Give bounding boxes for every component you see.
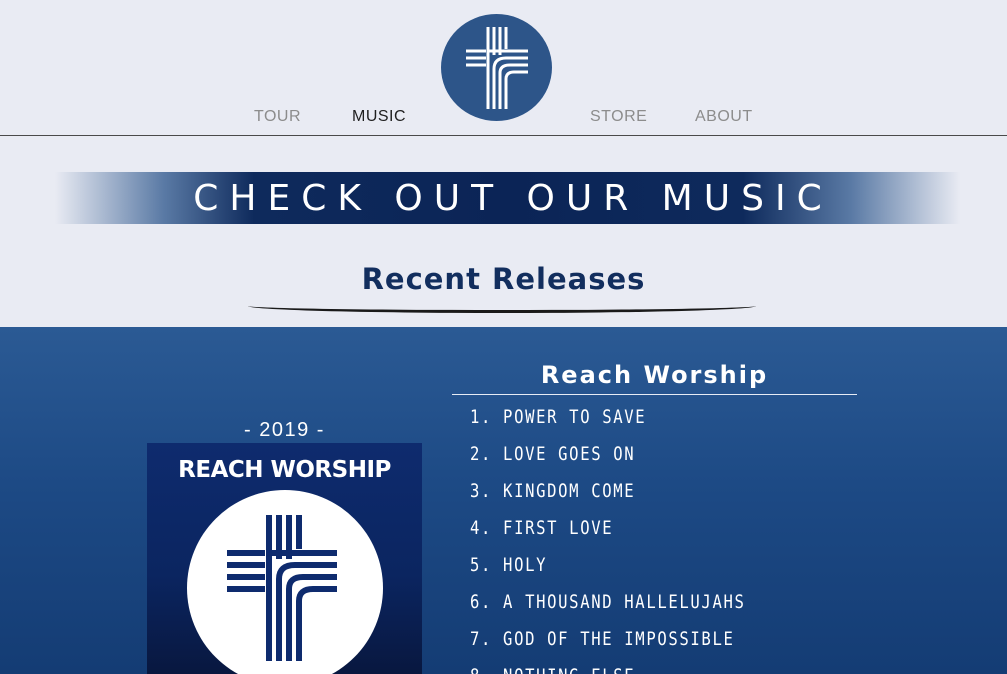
title-underline-divider — [248, 306, 756, 313]
section-title: Recent Releases — [361, 262, 646, 296]
album-title-divider — [452, 394, 857, 395]
cover-logo-circle — [187, 490, 383, 674]
track-item[interactable]: 4. FIRST LOVE — [470, 516, 746, 553]
track-item[interactable]: 3. KINGDOM COME — [470, 479, 746, 516]
banner-heading: CHECK OUT OUR MUSIC — [193, 177, 833, 219]
track-item[interactable]: 5. HOLY — [470, 553, 746, 590]
album-cover[interactable]: REACH WORSHIP — [147, 443, 422, 674]
track-item[interactable]: 6. A THOUSAND HALLELUJAHS — [470, 590, 746, 627]
cross-logo-icon — [227, 515, 337, 661]
nav-music-link[interactable]: MUSIC — [352, 108, 406, 126]
nav-about-link[interactable]: ABOUT — [695, 108, 753, 126]
track-item[interactable]: 2. LOVE GOES ON — [470, 442, 746, 479]
track-list: 1. POWER TO SAVE 2. LOVE GOES ON 3. KING… — [470, 405, 806, 674]
album-title: Reach Worship — [540, 361, 769, 389]
cross-logo-icon — [465, 26, 528, 109]
track-item[interactable]: 7. GOD OF THE IMPOSSIBLE — [470, 627, 746, 664]
release-panel: - 2019 - REACH WORSHIP Reach Worship 1. … — [0, 327, 1007, 674]
track-item[interactable]: 8. NOTHING ELSE — [470, 664, 746, 674]
nav-tour-link[interactable]: TOUR — [254, 108, 301, 126]
music-banner: CHECK OUT OUR MUSIC — [55, 172, 960, 224]
site-logo[interactable] — [441, 14, 552, 121]
release-year: - 2019 - — [244, 419, 325, 441]
cover-title: REACH WORSHIP — [178, 457, 391, 483]
track-item[interactable]: 1. POWER TO SAVE — [470, 405, 746, 442]
nav-store-link[interactable]: STORE — [590, 108, 647, 126]
site-header: TOUR MUSIC STORE ABOUT — [0, 0, 1007, 136]
